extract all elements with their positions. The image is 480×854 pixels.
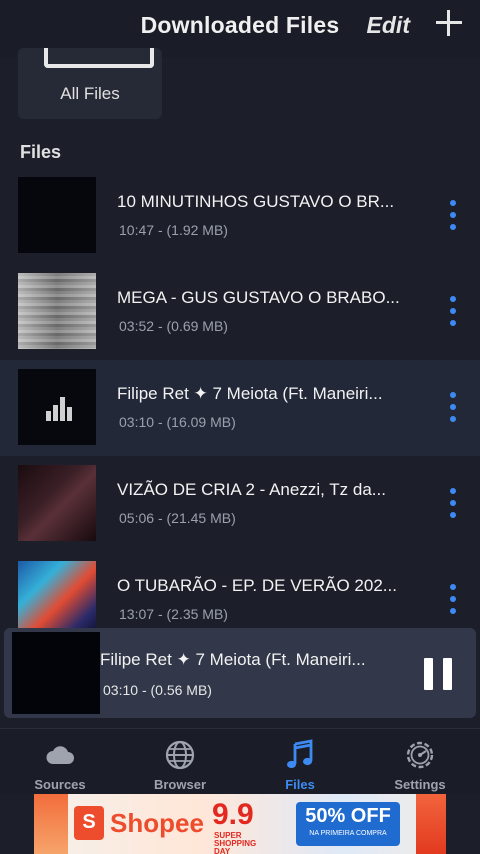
file-row[interactable]: MEGA - GUS GUSTAVO O BRABO... 03:52 - (0… [0,264,480,360]
ad-banner[interactable]: S Shopee 9.9 SUPER SHOPPING DAY 50% OFF … [34,794,446,854]
gear-icon [406,741,434,769]
cloud-icon [46,746,74,764]
tab-sources[interactable]: Sources [0,729,120,795]
tab-settings[interactable]: Settings [360,729,480,795]
file-row[interactable]: 10 MINUTINHOS GUSTAVO O BR... 10:47 - (1… [0,168,480,264]
player-duration: 03:10 [103,682,139,698]
file-thumbnail [18,561,96,637]
file-thumbnail [18,465,96,541]
tab-files[interactable]: Files [240,729,360,795]
more-options-icon[interactable] [442,198,462,234]
file-duration: 03:52 [119,318,155,334]
meta-separator: - [157,318,163,334]
tab-browser[interactable]: Browser [120,729,240,795]
file-thumbnail [18,273,96,349]
file-thumbnail [18,177,96,253]
more-options-icon[interactable] [442,390,462,426]
files-section-title: Files [20,142,62,162]
folder-label: All Files [60,84,120,103]
more-options-icon[interactable] [442,486,462,522]
globe-icon [165,740,195,770]
file-size: (0.69 MB) [166,318,228,334]
file-name: VIZÃO DE CRIA 2 - Anezzi, Tz da... [117,480,386,499]
tab-bar: Sources Browser Files Settings [0,728,480,794]
file-name: MEGA - GUS GUSTAVO O BRABO... [117,288,400,307]
file-duration: 05:06 [119,510,155,526]
file-meta: 13:07 - (2.35 MB) [119,606,228,622]
meta-separator: - [157,510,163,526]
player-size: (0.56 MB) [150,682,212,698]
meta-separator: - [157,222,163,238]
shopee-bag-icon: S [74,806,104,840]
tab-label: Sources [34,777,86,792]
file-thumbnail [18,369,96,445]
equalizer-icon [46,397,72,421]
file-meta: 03:52 - (0.69 MB) [119,318,228,334]
pause-icon[interactable] [424,658,452,690]
file-duration: 03:10 [119,414,155,430]
ad-discount-note: NA PRIMEIRA COMPRA [309,830,387,837]
file-name: 10 MINUTINHOS GUSTAVO O BR... [117,192,395,211]
file-name: Filipe Ret ✦ 7 Meiota (Ft. Maneiri... [117,384,383,403]
tab-label: Browser [153,777,207,792]
plus-icon[interactable] [434,8,464,38]
folder-all-files[interactable]: All Files [18,48,162,119]
file-meta: 05:06 - (21.45 MB) [119,510,236,526]
player-track-name: Filipe Ret ✦ 7 Meiota (Ft. Maneiri... [100,650,366,669]
file-meta: 10:47 - (1.92 MB) [119,222,228,238]
file-size: (21.45 MB) [166,510,236,526]
more-options-icon[interactable] [442,294,462,330]
tab-label: Files [285,777,315,792]
meta-separator: - [157,606,163,622]
ad-discount: 50% OFF [305,805,391,827]
more-options-icon[interactable] [442,582,462,618]
file-list: 10 MINUTINHOS GUSTAVO O BR... 10:47 - (1… [0,168,480,648]
mini-player[interactable]: Filipe Ret ✦ 7 Meiota (Ft. Maneiri... 03… [4,628,476,718]
ad-discount-box: 50% OFF NA PRIMEIRA COMPRA [296,802,400,846]
folder-icon [44,48,154,68]
ad-decoration [416,794,446,854]
meta-separator: - [157,414,163,430]
file-size: (1.92 MB) [166,222,228,238]
meta-separator: - [141,682,147,698]
file-duration: 10:47 [119,222,155,238]
ad-promo-text: SUPER SHOPPING DAY [214,831,257,854]
ad-decoration [34,794,68,854]
tab-label: Settings [394,777,446,792]
file-name: O TUBARÃO - EP. DE VERÃO 202... [117,576,397,595]
player-meta: 03:10 - (0.56 MB) [103,682,212,698]
file-size: (16.09 MB) [166,414,236,430]
ad-brand: Shopee [110,808,204,838]
ad-promo-number: 9.9 [212,798,254,831]
edit-button[interactable]: Edit [367,12,410,39]
file-size: (2.35 MB) [166,606,228,622]
player-thumbnail [12,632,100,714]
file-duration: 13:07 [119,606,155,622]
file-meta: 03:10 - (16.09 MB) [119,414,236,430]
file-row-now-playing[interactable]: Filipe Ret ✦ 7 Meiota (Ft. Maneiri... 03… [0,360,480,456]
music-note-icon [287,739,313,769]
file-row[interactable]: VIZÃO DE CRIA 2 - Anezzi, Tz da... 05:06… [0,456,480,552]
